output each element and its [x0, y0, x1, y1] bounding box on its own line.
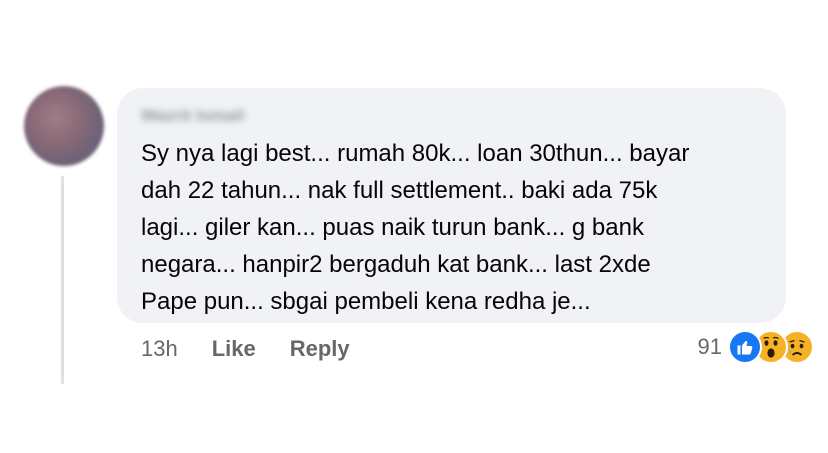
comment-timestamp[interactable]: 13h — [141, 336, 178, 362]
reaction-count: 91 — [697, 334, 722, 359]
reactions-summary[interactable]: 91 — [698, 330, 814, 364]
comment-actions: 13h Like Reply — [141, 336, 350, 362]
like-button[interactable]: Like — [212, 336, 256, 362]
avatar[interactable] — [24, 86, 104, 166]
reaction-icons — [728, 330, 814, 364]
reply-button[interactable]: Reply — [290, 336, 350, 362]
like-icon — [728, 330, 762, 364]
comment-bubble: Wazrit Ismail Sy nya lagi best... rumah … — [117, 88, 786, 323]
comment-author[interactable]: Wazrit Ismail — [141, 106, 244, 126]
comment-text: Sy nya lagi best... rumah 80k... loan 30… — [141, 140, 690, 315]
thread-line — [61, 176, 64, 384]
